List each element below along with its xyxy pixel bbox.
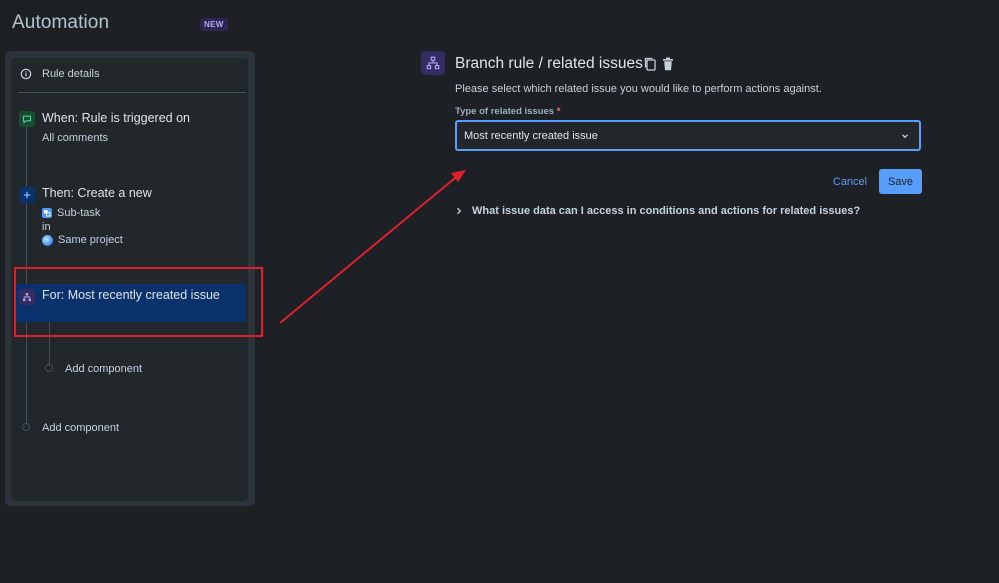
page-title: Branch rule / related issues bbox=[455, 55, 643, 72]
branch-rule-icon bbox=[421, 51, 445, 75]
save-button[interactable]: Save bbox=[879, 169, 922, 194]
chevron-right-icon bbox=[455, 207, 463, 215]
chevron-down-icon bbox=[900, 131, 910, 141]
field-label-text: Type of related issues bbox=[455, 106, 555, 117]
cancel-button[interactable]: Cancel bbox=[826, 170, 874, 194]
related-issues-help-expander[interactable]: What issue data can I access in conditio… bbox=[455, 205, 860, 217]
required-marker: * bbox=[556, 106, 561, 117]
related-issue-type-select[interactable]: Most recently created issue bbox=[455, 120, 921, 151]
trash-icon[interactable] bbox=[661, 56, 675, 72]
select-value: Most recently created issue bbox=[464, 129, 598, 142]
field-label: Type of related issues * bbox=[455, 106, 560, 117]
description: Please select which related issue you wo… bbox=[455, 83, 822, 95]
copy-icon[interactable] bbox=[643, 56, 657, 72]
expander-label: What issue data can I access in conditio… bbox=[472, 205, 861, 217]
